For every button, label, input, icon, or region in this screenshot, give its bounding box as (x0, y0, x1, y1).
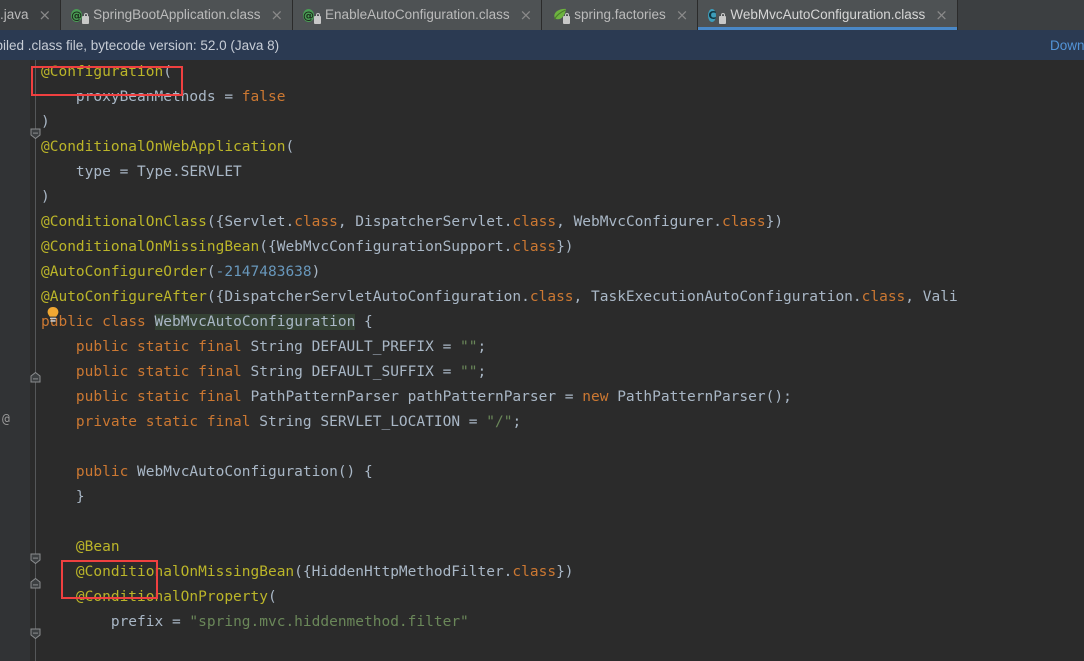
source-code[interactable]: @Configuration( proxyBeanMethods = false… (0, 60, 1084, 635)
code-line[interactable]: @AutoConfigureAfter({DispatcherServletAu… (0, 285, 1084, 310)
code-line[interactable]: ) (0, 185, 1084, 210)
java-class-icon: C (708, 7, 727, 24)
editor-tab-enableautoconfiguration[interactable]: @ EnableAutoConfiguration.class × (293, 0, 543, 30)
code-line[interactable]: type = Type.SERVLET (0, 160, 1084, 185)
editor-tab-java-clipped[interactable]: .java × (0, 0, 62, 30)
code-line[interactable]: @ConditionalOnMissingBean({HiddenHttpMet… (0, 560, 1084, 585)
close-icon[interactable]: × (676, 7, 689, 23)
code-line[interactable]: proxyBeanMethods = false (0, 85, 1084, 110)
spring-leaf-icon (552, 7, 571, 24)
tab-label: spring.factories (574, 7, 666, 22)
editor-tab-bar: .java × @ SpringBootApplication.class × … (0, 0, 1084, 30)
ide-editor-window: .java × @ SpringBootApplication.class × … (0, 0, 1084, 661)
code-line[interactable]: public WebMvcAutoConfiguration() { (0, 460, 1084, 485)
annotation-class-icon: @ (303, 7, 322, 24)
code-line[interactable]: @Configuration( (0, 60, 1084, 85)
code-line[interactable]: @AutoConfigureOrder(-2147483638) (0, 260, 1084, 285)
code-line[interactable]: public static final String DEFAULT_PREFI… (0, 335, 1084, 360)
code-line[interactable]: public static final String DEFAULT_SUFFI… (0, 360, 1084, 385)
code-editor-area[interactable]: @Configuration( proxyBeanMethods = false… (0, 60, 1084, 661)
code-line[interactable]: public static final PathPatternParser pa… (0, 385, 1084, 410)
code-line[interactable]: ) (0, 110, 1084, 135)
code-line[interactable]: prefix = "spring.mvc.hiddenmethod.filter… (0, 610, 1084, 635)
code-line[interactable]: @ConditionalOnProperty( (0, 585, 1084, 610)
code-line[interactable]: private static final String SERVLET_LOCA… (0, 410, 1084, 435)
close-icon[interactable]: × (39, 7, 52, 23)
tab-label: SpringBootApplication.class (93, 7, 261, 22)
tab-label: WebMvcAutoConfiguration.class (730, 7, 926, 22)
code-line[interactable] (0, 510, 1084, 535)
close-icon[interactable]: × (270, 7, 283, 23)
code-line[interactable]: public class WebMvcAutoConfiguration { (0, 310, 1084, 335)
download-sources-link[interactable]: Download (1050, 38, 1084, 53)
tab-label: .java (0, 7, 29, 22)
code-line[interactable]: @ConditionalOnMissingBean({WebMvcConfigu… (0, 235, 1084, 260)
close-icon[interactable]: × (520, 7, 533, 23)
code-line[interactable]: @Bean (0, 535, 1084, 560)
code-line[interactable]: } (0, 485, 1084, 510)
annotation-class-icon: @ (71, 7, 90, 24)
close-icon[interactable]: × (935, 7, 948, 23)
banner-message: …piled .class file, bytecode version: 52… (0, 37, 280, 53)
gutter-annotation-marker[interactable]: @ (2, 412, 10, 427)
intention-bulb-icon[interactable] (45, 306, 61, 324)
code-line[interactable]: @ConditionalOnClass({Servlet.class, Disp… (0, 210, 1084, 235)
tab-label: EnableAutoConfiguration.class (325, 7, 510, 22)
code-line[interactable] (0, 435, 1084, 460)
editor-tab-webmvcautoconfiguration[interactable]: C WebMvcAutoConfiguration.class × (698, 0, 958, 30)
decompiled-class-banner: …piled .class file, bytecode version: 52… (0, 30, 1084, 60)
code-line[interactable]: @ConditionalOnWebApplication( (0, 135, 1084, 160)
editor-tab-spring-factories[interactable]: spring.factories × (542, 0, 699, 30)
editor-tab-springbootapplication[interactable]: @ SpringBootApplication.class × (61, 0, 294, 30)
